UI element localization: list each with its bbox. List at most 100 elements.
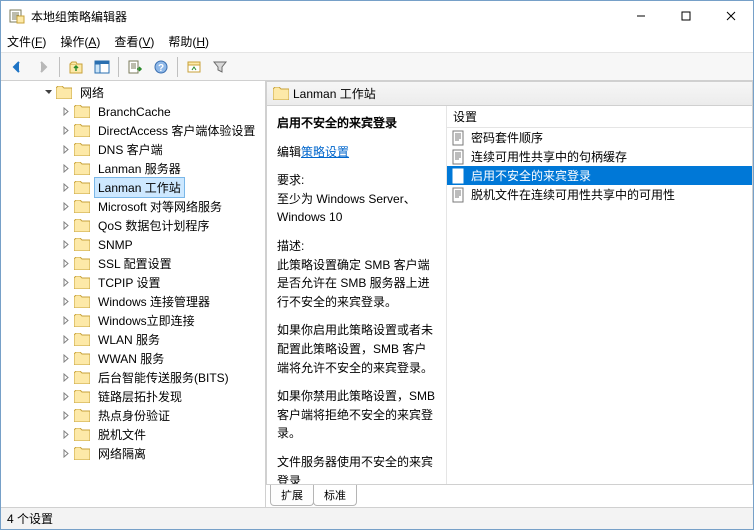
tree-item[interactable]: SSL 配置设置 xyxy=(1,254,265,273)
expander-icon[interactable] xyxy=(59,447,73,461)
tree-label: Lanman 服务器 xyxy=(94,158,185,179)
statusbar: 4 个设置 xyxy=(1,507,753,529)
expander-icon[interactable] xyxy=(59,409,73,423)
separator xyxy=(177,57,178,77)
tree-label: DirectAccess 客户端体验设置 xyxy=(94,120,259,141)
tree-item[interactable]: BranchCache xyxy=(1,102,265,121)
tree-pane: 网络BranchCacheDirectAccess 客户端体验设置DNS 客户端… xyxy=(1,81,266,507)
expander-icon[interactable] xyxy=(59,314,73,328)
list-item[interactable]: 启用不安全的来宾登录 xyxy=(447,166,752,185)
forward-button[interactable] xyxy=(31,55,55,79)
tree-item[interactable]: Lanman 工作站 xyxy=(1,178,265,197)
show-hide-tree-button[interactable] xyxy=(90,55,114,79)
expander-icon[interactable] xyxy=(59,390,73,404)
tree-label: BranchCache xyxy=(94,103,175,121)
tree-item[interactable]: 脱机文件 xyxy=(1,425,265,444)
export-button[interactable] xyxy=(123,55,147,79)
tab-extended[interactable]: 扩展 xyxy=(270,485,314,506)
list-body[interactable]: 密码套件顺序连续可用性共享中的句柄缓存启用不安全的来宾登录脱机文件在连续可用性共… xyxy=(447,128,752,484)
tree-label: Lanman 工作站 xyxy=(94,177,185,198)
help-button[interactable]: ? xyxy=(149,55,173,79)
expander-icon[interactable] xyxy=(59,124,73,138)
tree-item[interactable]: 热点身份验证 xyxy=(1,406,265,425)
tree-label: Windows 连接管理器 xyxy=(94,291,214,312)
menu-help[interactable]: 帮助(H) xyxy=(168,33,209,50)
tree-label: 网络 xyxy=(76,82,108,103)
minimize-button[interactable] xyxy=(618,1,663,31)
tab-standard[interactable]: 标准 xyxy=(313,485,357,506)
list-item-label: 密码套件顺序 xyxy=(471,129,543,146)
split: 启用不安全的来宾登录 编辑策略设置 要求: 至少为 Windows Server… xyxy=(267,106,752,484)
tree-label: SNMP xyxy=(94,236,137,254)
list-item[interactable]: 连续可用性共享中的句柄缓存 xyxy=(447,147,752,166)
filter-button[interactable] xyxy=(208,55,232,79)
list-column: 设置 密码套件顺序连续可用性共享中的句柄缓存启用不安全的来宾登录脱机文件在连续可… xyxy=(447,106,752,484)
tree-item[interactable]: Lanman 服务器 xyxy=(1,159,265,178)
window-buttons xyxy=(618,1,753,31)
properties-button[interactable] xyxy=(182,55,206,79)
tree-label: QoS 数据包计划程序 xyxy=(94,215,213,236)
window-title: 本地组策略编辑器 xyxy=(31,8,618,25)
menu-view[interactable]: 查看(V) xyxy=(114,33,154,50)
desc-label: 描述: xyxy=(277,237,436,256)
detail-column: 启用不安全的来宾登录 编辑策略设置 要求: 至少为 Windows Server… xyxy=(267,106,447,484)
expander-icon[interactable] xyxy=(59,428,73,442)
menu-action[interactable]: 操作(A) xyxy=(60,33,100,50)
expander-icon[interactable] xyxy=(59,371,73,385)
titlebar: 本地组策略编辑器 xyxy=(1,1,753,31)
close-button[interactable] xyxy=(708,1,753,31)
tree-item[interactable]: WLAN 服务 xyxy=(1,330,265,349)
window: 本地组策略编辑器 文件(F) 操作(A) 查看(V) 帮助(H) ? 网络Bra… xyxy=(0,0,754,530)
tree-item[interactable]: DirectAccess 客户端体验设置 xyxy=(1,121,265,140)
tree-item[interactable]: 链路层拓扑发现 xyxy=(1,387,265,406)
expander-icon[interactable] xyxy=(59,219,73,233)
tree-item[interactable]: 后台智能传送服务(BITS) xyxy=(1,368,265,387)
tree-item[interactable]: QoS 数据包计划程序 xyxy=(1,216,265,235)
list-header[interactable]: 设置 xyxy=(447,106,752,128)
tree-label: WLAN 服务 xyxy=(94,329,164,350)
maximize-button[interactable] xyxy=(663,1,708,31)
tree-item[interactable]: 网络隔离 xyxy=(1,444,265,463)
list-item[interactable]: 密码套件顺序 xyxy=(447,128,752,147)
heading-bar: Lanman 工作站 xyxy=(267,82,752,106)
edit-link[interactable]: 策略设置 xyxy=(301,145,349,159)
expander-icon[interactable] xyxy=(59,181,73,195)
tree-item[interactable]: WWAN 服务 xyxy=(1,349,265,368)
tree-item[interactable]: 网络 xyxy=(1,83,265,102)
expander-icon[interactable] xyxy=(59,257,73,271)
tree[interactable]: 网络BranchCacheDirectAccess 客户端体验设置DNS 客户端… xyxy=(1,81,265,507)
up-button[interactable] xyxy=(64,55,88,79)
toolbar: ? xyxy=(1,53,753,81)
tree-item[interactable]: Microsoft 对等网络服务 xyxy=(1,197,265,216)
tree-label: WWAN 服务 xyxy=(94,348,168,369)
expander-icon[interactable] xyxy=(59,105,73,119)
tree-item[interactable]: SNMP xyxy=(1,235,265,254)
tree-item[interactable]: TCPIP 设置 xyxy=(1,273,265,292)
expander-icon[interactable] xyxy=(59,276,73,290)
expander-icon[interactable] xyxy=(59,238,73,252)
tree-label: Microsoft 对等网络服务 xyxy=(94,196,226,217)
list-item-label: 启用不安全的来宾登录 xyxy=(471,167,591,184)
expander-icon[interactable] xyxy=(59,143,73,157)
expander-icon[interactable] xyxy=(59,200,73,214)
menu-file[interactable]: 文件(F) xyxy=(7,33,46,50)
tree-item[interactable]: Windows 连接管理器 xyxy=(1,292,265,311)
expander-icon[interactable] xyxy=(59,162,73,176)
expander-icon[interactable] xyxy=(59,352,73,366)
req-text: 至少为 Windows Server、Windows 10 xyxy=(277,190,436,227)
heading-label: Lanman 工作站 xyxy=(293,85,376,102)
tree-label: DNS 客户端 xyxy=(94,139,167,160)
tree-label: SSL 配置设置 xyxy=(94,253,176,274)
expander-icon[interactable] xyxy=(59,295,73,309)
desc-text: 文件服务器使用不安全的来宾登录 xyxy=(277,453,436,484)
separator xyxy=(118,57,119,77)
req-label: 要求: xyxy=(277,171,436,190)
list-item-label: 脱机文件在连续可用性共享中的可用性 xyxy=(471,186,675,203)
tree-item[interactable]: Windows立即连接 xyxy=(1,311,265,330)
tree-item[interactable]: DNS 客户端 xyxy=(1,140,265,159)
folder-icon xyxy=(273,87,289,100)
expander-icon[interactable] xyxy=(41,86,55,100)
list-item[interactable]: 脱机文件在连续可用性共享中的可用性 xyxy=(447,185,752,204)
back-button[interactable] xyxy=(5,55,29,79)
expander-icon[interactable] xyxy=(59,333,73,347)
